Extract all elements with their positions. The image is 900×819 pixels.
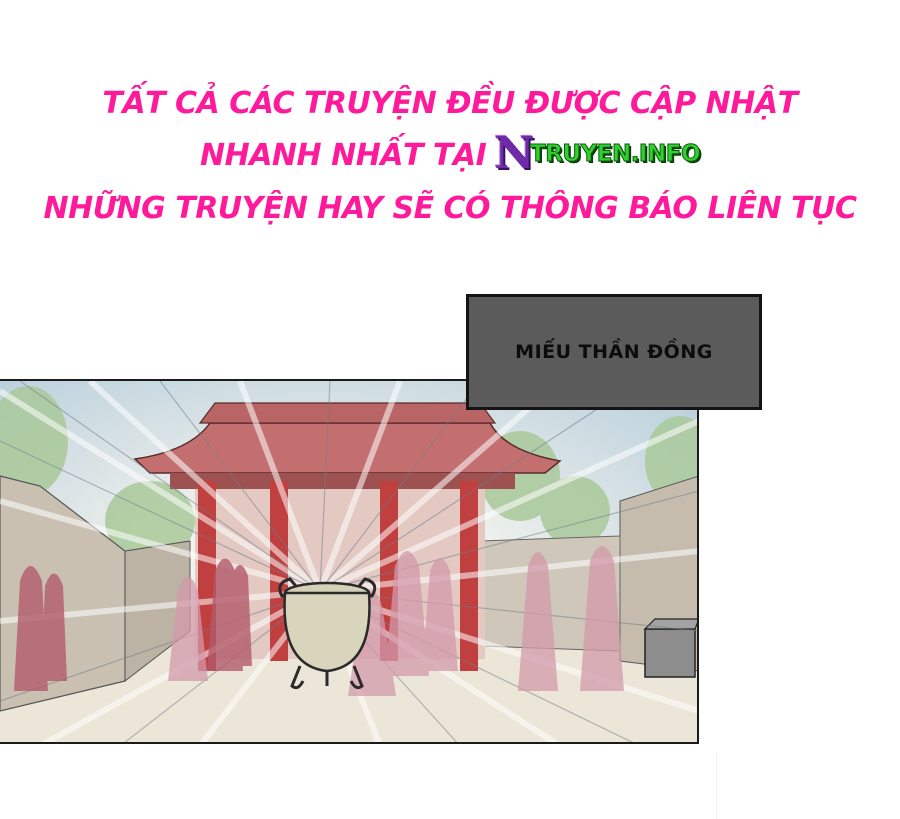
temple-courtyard-illustration bbox=[0, 381, 697, 742]
banner-line-2: nhanh nhất tại NTRUYEN.INFO bbox=[0, 130, 900, 183]
site-logo[interactable]: NTRUYEN.INFO bbox=[494, 127, 702, 180]
location-caption-text: MIẾU THẦN ĐỒNG bbox=[515, 341, 713, 363]
banner-line-1: Tất cả các truyện đều được cập nhật bbox=[102, 86, 798, 121]
divider-line bbox=[716, 752, 717, 819]
banner-line-3: Những truyện hay sẽ có thông báo liên tụ… bbox=[43, 190, 857, 226]
promo-banner: Tất cả các truyện đều được cập nhật nhan… bbox=[0, 78, 900, 235]
comic-panel bbox=[0, 379, 699, 744]
location-caption-box: MIẾU THẦN ĐỒNG bbox=[466, 294, 762, 410]
site-logo-letter: N bbox=[494, 127, 534, 179]
banner-line-2-text: nhanh nhất tại bbox=[200, 138, 487, 173]
site-logo-text: TRUYEN.INFO bbox=[530, 140, 702, 167]
